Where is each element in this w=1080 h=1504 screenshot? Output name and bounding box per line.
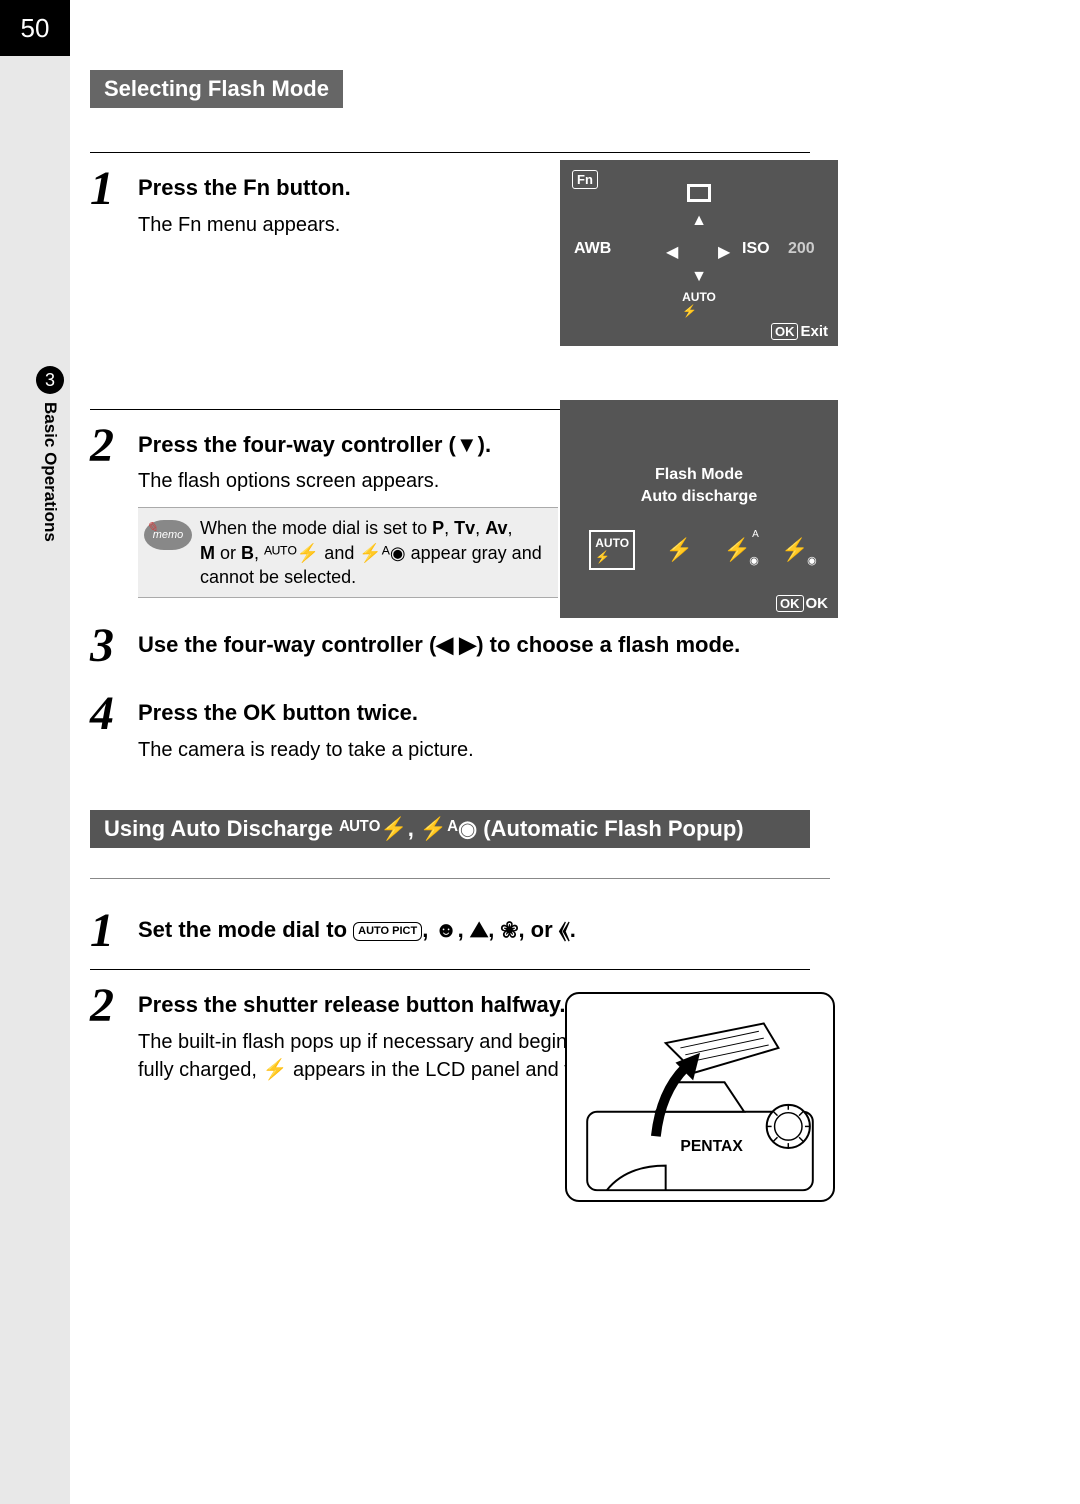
flash-redeye-icon: ⚡◉ bbox=[781, 537, 808, 563]
step-3: 3 Use the four-way controller (◀ ▶) to c… bbox=[90, 622, 850, 670]
step-title: Use the four-way controller (◀ ▶) to cho… bbox=[138, 630, 850, 660]
step-number: 2 bbox=[90, 422, 130, 470]
memo-text: When the mode dial is set to P, Tv, Av, … bbox=[200, 516, 542, 589]
step-b1: 1 Set the mode dial to AUTO PICT, ☻, ⛰, … bbox=[90, 907, 850, 955]
step-desc: The camera is ready to take a picture. bbox=[138, 736, 850, 764]
heading-underline bbox=[90, 878, 830, 879]
ok-label: OK bbox=[806, 595, 829, 612]
ok-label: OK bbox=[243, 700, 276, 725]
flash-auto-redeye-icon: ⚡A◉ bbox=[723, 537, 750, 563]
screen-subtitle: Auto discharge bbox=[560, 488, 838, 506]
flash-auto-icon: AUTO⚡ bbox=[589, 530, 635, 570]
step-number: 1 bbox=[90, 165, 130, 213]
fn-menu-screen: Fn ▲ ▼ ◀ ▶ AWB ISO 200 AUTO⚡ OKExit bbox=[560, 160, 838, 346]
arrow-up-icon: ▲ bbox=[691, 212, 707, 230]
text: button. bbox=[270, 175, 351, 200]
memo-icon: ✎ memo bbox=[144, 520, 192, 550]
step-4: 4 Press the OK button twice. The camera … bbox=[90, 690, 850, 764]
autopict-icon: AUTO PICT bbox=[353, 922, 422, 941]
ok-box-icon: OK bbox=[771, 323, 799, 340]
section-heading-selecting-flash: Selecting Flash Mode bbox=[90, 70, 343, 108]
step-title: Set the mode dial to AUTO PICT, ☻, ⛰, ❀,… bbox=[138, 915, 850, 945]
flash-mode-screen: Flash Mode Auto discharge AUTO⚡ ⚡ ⚡A◉ ⚡◉… bbox=[560, 400, 838, 618]
chapter-tab: 3 Basic Operations bbox=[30, 366, 70, 542]
step-number: 3 bbox=[90, 622, 130, 670]
fn-label: Fn bbox=[243, 175, 270, 200]
step-number: 1 bbox=[90, 907, 130, 955]
text: Press the bbox=[138, 700, 243, 725]
memo-box: ✎ memo When the mode dial is set to P, T… bbox=[138, 507, 558, 598]
text: button twice. bbox=[276, 700, 418, 725]
rule bbox=[90, 969, 810, 970]
iso-label: ISO bbox=[742, 240, 770, 258]
text: Set the mode dial to bbox=[138, 917, 353, 942]
iso-value: 200 bbox=[788, 240, 815, 258]
ok-ok: OKOK bbox=[776, 595, 828, 612]
page-number: 50 bbox=[0, 0, 70, 56]
drive-mode-icon bbox=[687, 184, 711, 202]
step-number: 2 bbox=[90, 982, 130, 1030]
camera-illustration: PENTAX bbox=[565, 992, 835, 1202]
flash-on-icon: ⚡ bbox=[666, 537, 693, 563]
flash-auto-icon: AUTO⚡ bbox=[682, 290, 716, 318]
camera-brand-text: PENTAX bbox=[680, 1138, 743, 1155]
ok-box-icon: OK bbox=[776, 595, 804, 612]
chapter-title: Basic Operations bbox=[40, 402, 60, 542]
ok-exit: OKExit bbox=[771, 323, 828, 340]
screen-title: Flash Mode bbox=[560, 466, 838, 484]
section-heading-auto-discharge: Using Auto Discharge ᴬᵁᵀᴼ⚡, ⚡ᴬ◉ (Automat… bbox=[90, 810, 810, 848]
arrow-down-icon: ▼ bbox=[691, 268, 707, 286]
fn-badge: Fn bbox=[572, 170, 598, 189]
rule bbox=[90, 152, 810, 153]
flash-options-row: AUTO⚡ ⚡ ⚡A◉ ⚡◉ bbox=[574, 530, 824, 570]
chapter-number: 3 bbox=[36, 366, 64, 394]
arrow-right-icon: ▶ bbox=[718, 242, 730, 262]
arrow-left-icon: ◀ bbox=[666, 242, 678, 262]
text: , ☻, ⛰, ❀, or ⟪. bbox=[422, 917, 576, 942]
text: Press the bbox=[138, 175, 243, 200]
left-margin bbox=[0, 0, 70, 1504]
awb-label: AWB bbox=[574, 240, 611, 258]
step-title: Press the OK button twice. bbox=[138, 698, 850, 728]
step-number: 4 bbox=[90, 690, 130, 738]
exit-label: Exit bbox=[800, 323, 828, 340]
